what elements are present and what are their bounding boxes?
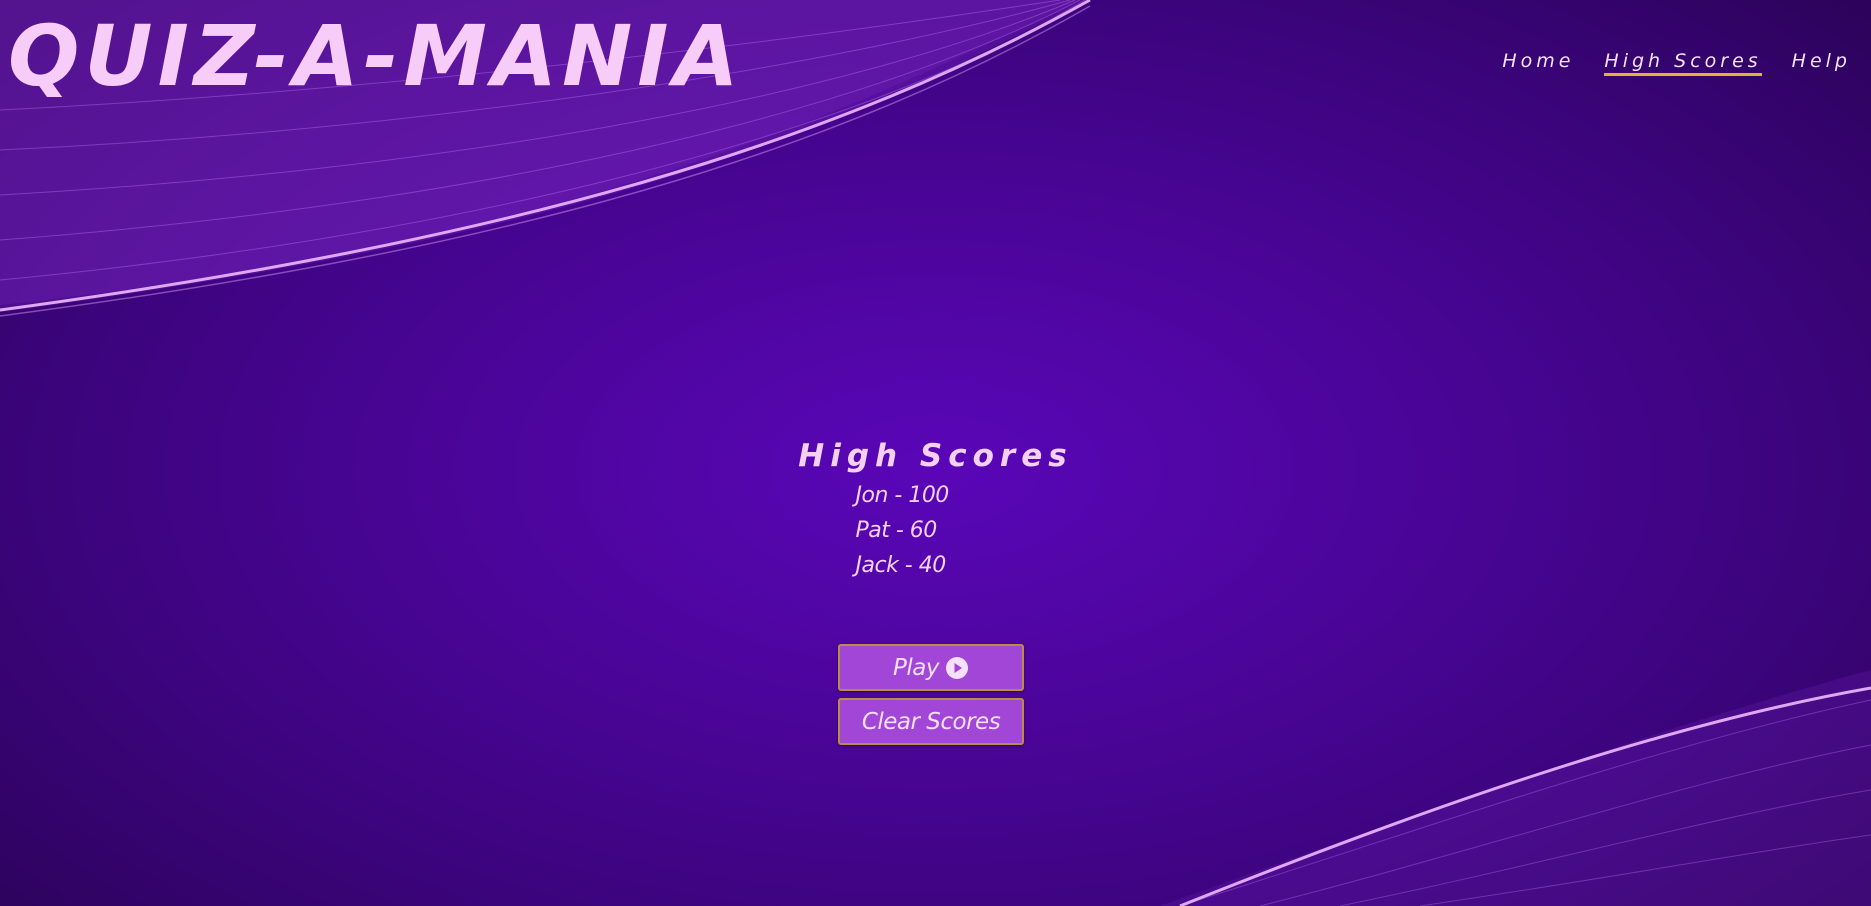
play-circle-icon bbox=[945, 656, 968, 679]
score-entry: Jon - 100 bbox=[855, 483, 950, 508]
action-buttons: Play Clear Scores bbox=[838, 644, 1024, 745]
nav-home-link[interactable]: Home bbox=[1502, 50, 1574, 76]
play-button[interactable]: Play bbox=[838, 644, 1024, 691]
site-logo[interactable]: QUIZ-A-MANIA bbox=[8, 14, 744, 98]
high-scores-heading: High Scores bbox=[798, 438, 1073, 474]
high-scores-section: High Scores Jon - 100 Pat - 60 Jack - 40 bbox=[0, 438, 1871, 583]
nav-help-link[interactable]: Help bbox=[1792, 50, 1851, 76]
score-entry: Pat - 60 bbox=[855, 518, 938, 543]
main-nav: Home High Scores Help bbox=[1502, 50, 1851, 76]
clear-scores-label: Clear Scores bbox=[861, 708, 1001, 735]
score-list: Jon - 100 Pat - 60 Jack - 40 bbox=[856, 478, 1016, 583]
score-entry: Jack - 40 bbox=[855, 553, 947, 578]
nav-high-scores-link[interactable]: High Scores bbox=[1604, 50, 1762, 76]
play-button-label: Play bbox=[893, 654, 939, 681]
clear-scores-button[interactable]: Clear Scores bbox=[838, 698, 1024, 745]
